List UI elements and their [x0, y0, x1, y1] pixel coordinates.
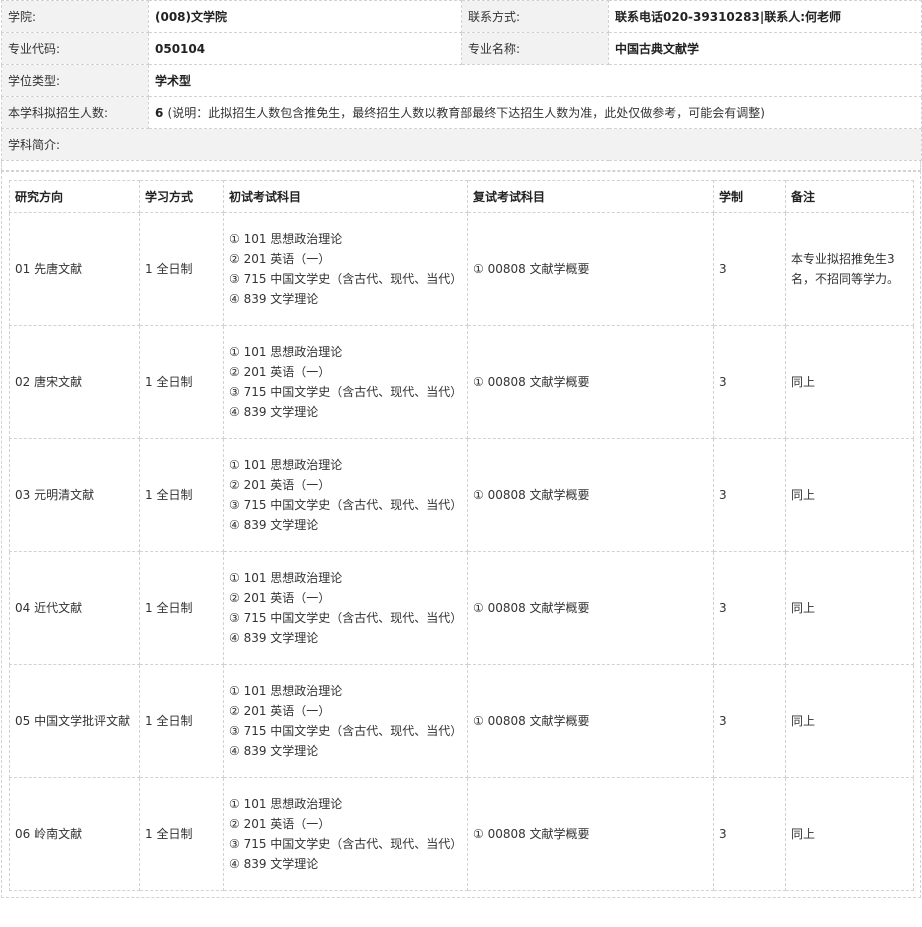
row-years: 3 [713, 438, 786, 552]
row-exam-subjects: ① 101 思想政治理论 ② 201 英语（一） ③ 715 中国文学史（含古代、现… [223, 438, 468, 552]
enroll-note: (说明：此拟招生人数包含推免生，最终招生人数以教育部最终下达招生人数为准，此处仅… [167, 106, 765, 120]
info-row-college: 学院: (008)文学院 联系方式: 联系电话020-39310283|联系人:… [1, 0, 922, 33]
exam-subject: ① 101 思想政治理论 [229, 232, 343, 246]
plan-table-container: 研究方向 学习方式 初试考试科目 复试考试科目 学制 备注 01 先唐文献 1 … [1, 171, 921, 898]
enroll-count: 6 [155, 106, 164, 120]
info-row-major: 专业代码: 050104 专业名称: 中国古典文献学 [1, 32, 922, 65]
enroll-value-cell: 6 (说明：此拟招生人数包含推免生，最终招生人数以教育部最终下达招生人数为准，此… [148, 96, 922, 129]
info-row-enroll: 本学科拟招生人数: 6 (说明：此拟招生人数包含推免生，最终招生人数以教育部最终… [1, 96, 922, 129]
row-direction: 02 唐宋文献 [9, 325, 140, 439]
row-note: 同上 [785, 777, 914, 891]
exam-subject: ④ 839 文学理论 [229, 631, 319, 645]
header-years: 学制 [713, 180, 786, 213]
row-exam-subjects: ① 101 思想政治理论 ② 201 英语（一） ③ 715 中国文学史（含古代、现… [223, 777, 468, 891]
exam-subject: ② 201 英语（一） [229, 365, 331, 379]
info-row-intro: 学科简介: [1, 128, 922, 161]
exam-subject: ① 101 思想政治理论 [229, 684, 343, 698]
header-note: 备注 [785, 180, 914, 213]
row-direction: 01 先唐文献 [9, 212, 140, 326]
header-retest: 复试考试科目 [467, 180, 714, 213]
row-mode: 1 全日制 [139, 212, 224, 326]
row-years: 3 [713, 777, 786, 891]
row-retest-subject: ① 00808 文献学概要 [467, 438, 714, 552]
table-row: 04 近代文献 1 全日制 ① 101 思想政治理论 ② 201 英语（一） ③ 7… [9, 551, 914, 665]
row-years: 3 [713, 664, 786, 778]
header-direction: 研究方向 [9, 180, 140, 213]
row-mode: 1 全日制 [139, 438, 224, 552]
row-note: 本专业拟招推免生3名，不招同等学力。 [785, 212, 914, 326]
row-years: 3 [713, 551, 786, 665]
row-mode: 1 全日制 [139, 551, 224, 665]
degree-type-label: 学位类型: [1, 64, 149, 97]
row-direction: 06 岭南文献 [9, 777, 140, 891]
exam-subject: ③ 715 中国文学史（含古代、现代、当代） [229, 272, 463, 286]
enroll-label: 本学科拟招生人数: [1, 96, 149, 129]
table-row: 03 元明清文献 1 全日制 ① 101 思想政治理论 ② 201 英语（一） ③ … [9, 438, 914, 552]
major-name-value: 中国古典文献学 [608, 32, 922, 65]
exam-subject: ① 101 思想政治理论 [229, 571, 343, 585]
row-direction: 04 近代文献 [9, 551, 140, 665]
row-retest-subject: ① 00808 文献学概要 [467, 551, 714, 665]
row-exam-subjects: ① 101 思想政治理论 ② 201 英语（一） ③ 715 中国文学史（含古代、现… [223, 551, 468, 665]
major-info-page: 学院: (008)文学院 联系方式: 联系电话020-39310283|联系人:… [1, 0, 922, 898]
row-note: 同上 [785, 325, 914, 439]
major-code-value: 050104 [148, 32, 462, 65]
exam-subject: ③ 715 中国文学史（含古代、现代、当代） [229, 498, 463, 512]
row-note: 同上 [785, 438, 914, 552]
exam-subject: ② 201 英语（一） [229, 817, 331, 831]
row-years: 3 [713, 212, 786, 326]
exam-subject: ④ 839 文学理论 [229, 292, 319, 306]
exam-subject: ① 101 思想政治理论 [229, 345, 343, 359]
row-direction: 05 中国文学批评文献 [9, 664, 140, 778]
header-mode: 学习方式 [139, 180, 224, 213]
exam-subject: ② 201 英语（一） [229, 591, 331, 605]
plan-header-row: 研究方向 学习方式 初试考试科目 复试考试科目 学制 备注 [9, 180, 914, 213]
row-retest-subject: ① 00808 文献学概要 [467, 777, 714, 891]
enrollment-plan-table: 研究方向 学习方式 初试考试科目 复试考试科目 学制 备注 01 先唐文献 1 … [9, 180, 914, 891]
row-retest-subject: ① 00808 文献学概要 [467, 212, 714, 326]
major-code-label: 专业代码: [1, 32, 149, 65]
table-row: 02 唐宋文献 1 全日制 ① 101 思想政治理论 ② 201 英语（一） ③ 7… [9, 325, 914, 439]
row-exam-subjects: ① 101 思想政治理论 ② 201 英语（一） ③ 715 中国文学史（含古代、现… [223, 325, 468, 439]
row-exam-subjects: ① 101 思想政治理论 ② 201 英语（一） ③ 715 中国文学史（含古代、现… [223, 212, 468, 326]
row-direction: 03 元明清文献 [9, 438, 140, 552]
exam-subject: ④ 839 文学理论 [229, 518, 319, 532]
table-row: 05 中国文学批评文献 1 全日制 ① 101 思想政治理论 ② 201 英语（一… [9, 664, 914, 778]
info-row-degree: 学位类型: 学术型 [1, 64, 922, 97]
exam-subject: ② 201 英语（一） [229, 252, 331, 266]
contact-value: 联系电话020-39310283|联系人:何老师 [608, 0, 922, 33]
exam-subject: ③ 715 中国文学史（含古代、现代、当代） [229, 611, 463, 625]
exam-subject: ③ 715 中国文学史（含古代、现代、当代） [229, 837, 463, 851]
college-label: 学院: [1, 0, 149, 33]
row-mode: 1 全日制 [139, 777, 224, 891]
row-exam-subjects: ① 101 思想政治理论 ② 201 英语（一） ③ 715 中国文学史（含古代、现… [223, 664, 468, 778]
intro-content-spacer [1, 161, 921, 171]
major-name-label: 专业名称: [461, 32, 609, 65]
exam-subject: ④ 839 文学理论 [229, 405, 319, 419]
table-row: 01 先唐文献 1 全日制 ① 101 思想政治理论 ② 201 英语（一） ③ 7… [9, 212, 914, 326]
intro-label: 学科简介: [1, 128, 922, 161]
row-mode: 1 全日制 [139, 664, 224, 778]
exam-subject: ③ 715 中国文学史（含古代、现代、当代） [229, 385, 463, 399]
contact-label: 联系方式: [461, 0, 609, 33]
row-retest-subject: ① 00808 文献学概要 [467, 325, 714, 439]
exam-subject: ④ 839 文学理论 [229, 744, 319, 758]
exam-subject: ④ 839 文学理论 [229, 857, 319, 871]
header-exam: 初试考试科目 [223, 180, 468, 213]
exam-subject: ③ 715 中国文学史（含古代、现代、当代） [229, 724, 463, 738]
degree-type-value: 学术型 [148, 64, 922, 97]
row-retest-subject: ① 00808 文献学概要 [467, 664, 714, 778]
row-note: 同上 [785, 551, 914, 665]
college-value: (008)文学院 [148, 0, 462, 33]
exam-subject: ② 201 英语（一） [229, 478, 331, 492]
exam-subject: ① 101 思想政治理论 [229, 797, 343, 811]
major-info-table: 学院: (008)文学院 联系方式: 联系电话020-39310283|联系人:… [1, 0, 922, 161]
exam-subject: ② 201 英语（一） [229, 704, 331, 718]
row-years: 3 [713, 325, 786, 439]
row-note: 同上 [785, 664, 914, 778]
table-row: 06 岭南文献 1 全日制 ① 101 思想政治理论 ② 201 英语（一） ③ 7… [9, 777, 914, 891]
row-mode: 1 全日制 [139, 325, 224, 439]
exam-subject: ① 101 思想政治理论 [229, 458, 343, 472]
